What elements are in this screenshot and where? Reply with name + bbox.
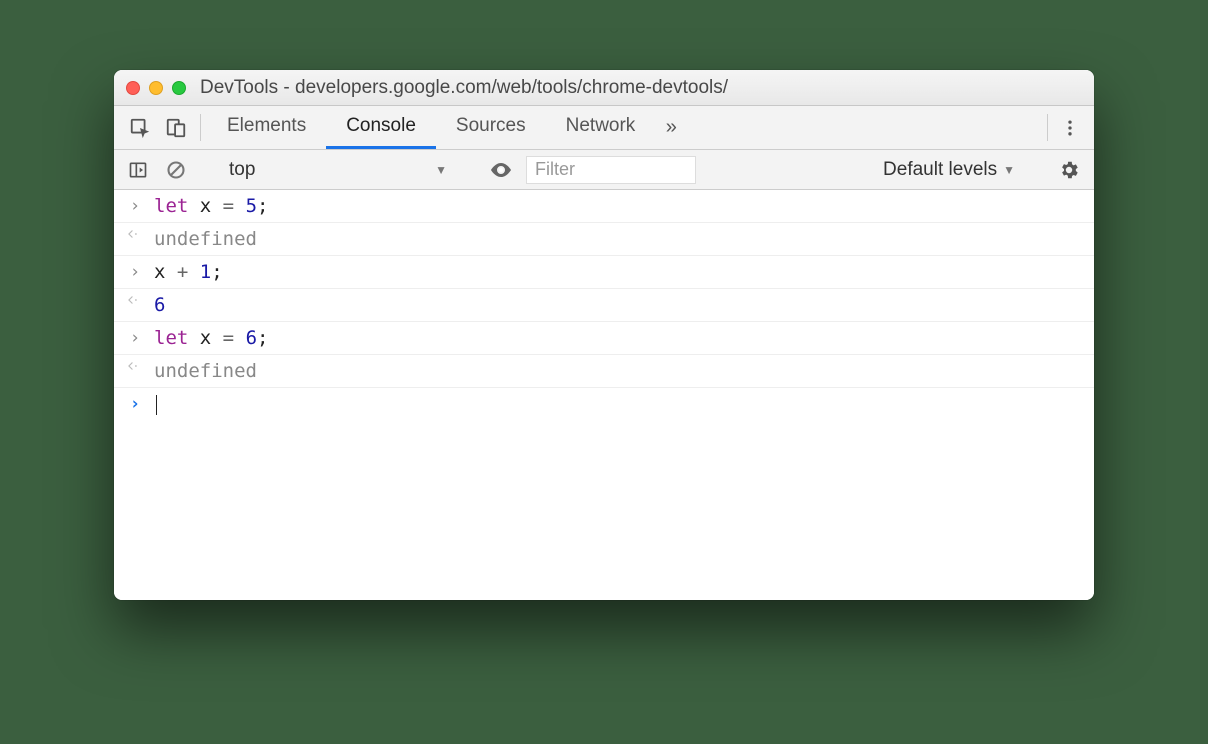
console-output-row: undefined xyxy=(114,355,1094,388)
tab-sources[interactable]: Sources xyxy=(436,106,546,149)
console-input-row: › x + 1; xyxy=(114,256,1094,289)
code-text: 6 xyxy=(154,293,165,317)
tab-network[interactable]: Network xyxy=(546,106,656,149)
console-prompt-row[interactable]: › xyxy=(114,388,1094,420)
console-input-row: › let x = 6; xyxy=(114,322,1094,355)
console-output[interactable]: › let x = 5; undefined › x + 1; 6 › let x = 6; u… xyxy=(114,190,1094,600)
output-marker-icon xyxy=(126,293,144,307)
console-settings-icon[interactable] xyxy=(1054,159,1084,181)
tab-elements[interactable]: Elements xyxy=(207,106,326,149)
device-toolbar-icon[interactable] xyxy=(158,106,194,149)
traffic-lights xyxy=(126,81,186,95)
filter-input[interactable]: Filter xyxy=(526,156,696,184)
tab-console[interactable]: Console xyxy=(326,106,436,149)
text-caret xyxy=(156,395,157,415)
window-title: DevTools - developers.google.com/web/too… xyxy=(194,77,1082,99)
live-expression-icon[interactable] xyxy=(486,158,516,182)
titlebar: DevTools - developers.google.com/web/too… xyxy=(114,70,1094,106)
toggle-sidebar-icon[interactable] xyxy=(124,160,152,180)
execution-context-select[interactable]: top ▼ xyxy=(223,159,453,181)
console-output-row: undefined xyxy=(114,223,1094,256)
console-input-row: › let x = 5; xyxy=(114,190,1094,223)
console-toolbar: top ▼ Filter Default levels ▼ xyxy=(114,150,1094,190)
clear-console-icon[interactable] xyxy=(162,160,190,180)
code-text: undefined xyxy=(154,227,257,251)
inspect-element-icon[interactable] xyxy=(122,106,158,149)
separator xyxy=(1047,114,1048,141)
separator xyxy=(200,114,201,141)
dropdown-icon: ▼ xyxy=(1003,163,1015,177)
code-text: x + 1; xyxy=(154,260,223,284)
input-marker-icon: › xyxy=(126,194,144,218)
main-tabbar: ElementsConsoleSourcesNetwork » xyxy=(114,106,1094,150)
prompt-input[interactable] xyxy=(154,392,157,416)
log-levels-select[interactable]: Default levels ▼ xyxy=(877,159,1021,181)
panel-tabs: ElementsConsoleSourcesNetwork xyxy=(207,106,655,149)
filter-placeholder: Filter xyxy=(535,159,575,180)
input-marker-icon: › xyxy=(126,260,144,284)
devtools-window: DevTools - developers.google.com/web/too… xyxy=(114,70,1094,600)
zoom-window-button[interactable] xyxy=(172,81,186,95)
close-window-button[interactable] xyxy=(126,81,140,95)
dropdown-icon: ▼ xyxy=(435,163,447,177)
output-marker-icon xyxy=(126,359,144,373)
console-output-row: 6 xyxy=(114,289,1094,322)
minimize-window-button[interactable] xyxy=(149,81,163,95)
input-marker-icon: › xyxy=(126,326,144,350)
log-levels-label: Default levels xyxy=(883,159,997,181)
execution-context-label: top xyxy=(229,159,255,181)
code-text: let x = 5; xyxy=(154,194,268,218)
settings-menu-button[interactable] xyxy=(1054,106,1086,149)
output-marker-icon xyxy=(126,227,144,241)
code-text: undefined xyxy=(154,359,257,383)
more-tabs-button[interactable]: » xyxy=(655,106,687,149)
prompt-marker-icon: › xyxy=(126,392,144,416)
code-text: let x = 6; xyxy=(154,326,268,350)
